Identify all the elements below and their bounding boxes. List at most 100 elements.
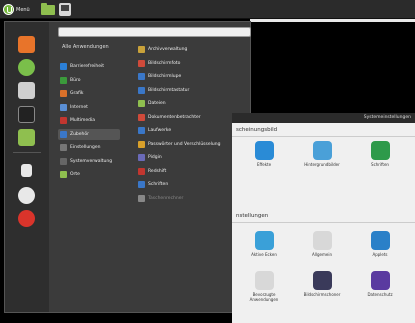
settings-item-label: Bevorzugte Anwendungen [249, 292, 279, 302]
hot-corners-icon [254, 231, 274, 250]
settings-item-label: Datenschutz [367, 292, 393, 297]
applets-icon [370, 231, 390, 250]
system-settings-icon[interactable] [18, 82, 35, 99]
settings-item[interactable]: Bevorzugte Anwendungen [244, 271, 284, 302]
document-viewer-icon [138, 113, 145, 121]
category-item[interactable]: Grafik [58, 88, 120, 99]
settings-icon [60, 144, 67, 151]
category-item[interactable]: Barrierefreiheit [58, 61, 120, 72]
category-item[interactable]: Multimedia [58, 115, 120, 126]
settings-item[interactable]: Aktive Ecken [244, 231, 284, 257]
backgrounds-icon [312, 141, 332, 160]
magnifier-icon [138, 73, 145, 80]
archive-icon [138, 46, 145, 53]
appearance-heading: scheinungsbild [236, 127, 278, 133]
category-label: Einstellungen [70, 145, 101, 150]
app-label: Taschenrechner [148, 195, 184, 201]
preferences-heading: nstellungen [236, 213, 269, 219]
category-label: Internet [70, 104, 88, 110]
fonts-icon [370, 141, 390, 160]
places-icon [60, 171, 67, 178]
files-launcher-icon[interactable] [41, 3, 55, 15]
app-label: Passwörter und Verschlüsselung [148, 141, 221, 147]
menu-button-label: Menü [16, 6, 30, 13]
screenshot-icon [138, 59, 145, 67]
privacy-icon [370, 271, 390, 290]
category-item[interactable]: Zubehör [58, 128, 120, 140]
app-label: Redshift [148, 168, 167, 174]
calculator-icon [138, 194, 145, 202]
settings-item-label: Aktive Ecken [251, 252, 277, 257]
app-label: Dateien [148, 101, 166, 106]
settings-item-label: Allgemein [312, 252, 332, 257]
app-item[interactable]: Dateien [138, 98, 253, 109]
internet-icon [60, 103, 67, 111]
settings-item[interactable]: Applets [360, 231, 400, 257]
all-applications-heading[interactable]: Alle Anwendungen [62, 44, 109, 50]
firefox-icon[interactable] [18, 36, 35, 53]
category-item[interactable]: Systemverwaltung [58, 156, 120, 167]
category-item[interactable]: Einstellungen [58, 142, 120, 153]
category-label: Orte [70, 172, 80, 177]
category-label: Systemverwaltung [70, 158, 113, 164]
app-label: Pidgin [148, 155, 162, 160]
window-edge [250, 19, 415, 22]
settings-item-label: Bildschirmschoner [303, 292, 341, 297]
mint-logo-icon [3, 4, 14, 15]
onscreen-keyboard-icon [138, 86, 145, 94]
app-label: Bildschirmtastatur [148, 87, 190, 93]
settings-item[interactable]: Schriften [360, 141, 400, 167]
application-menu: Alle Anwendungen Barrierefreiheit Büro Gra… [4, 21, 251, 313]
settings-item[interactable]: Allgemein [302, 231, 342, 257]
logout-icon[interactable] [18, 187, 35, 204]
app-item[interactable]: Bildschirmfoto [138, 58, 253, 69]
settings-item-label: Applets [372, 252, 388, 257]
multimedia-icon [60, 117, 67, 124]
accessories-icon [60, 130, 67, 138]
power-icon[interactable] [18, 210, 35, 227]
favorites-bar [5, 22, 49, 312]
category-item[interactable]: Internet [58, 102, 120, 113]
category-label: Büro [70, 77, 81, 83]
office-icon [60, 76, 67, 84]
lock-icon[interactable] [21, 164, 32, 177]
settings-item[interactable]: Bildschirmschoner [302, 271, 342, 297]
settings-item[interactable]: Datenschutz [360, 271, 400, 297]
category-item[interactable]: Orte [58, 169, 120, 180]
divider [232, 136, 415, 137]
settings-item[interactable]: Effekte [244, 141, 284, 167]
favorites-divider [13, 152, 41, 153]
terminal-icon[interactable] [18, 106, 35, 123]
settings-item-label: Schriften [371, 162, 389, 167]
search-input[interactable] [58, 27, 251, 37]
software-manager-icon[interactable] [18, 59, 35, 76]
app-item[interactable]: Archivverwaltung [138, 44, 253, 55]
accessibility-icon [60, 63, 67, 70]
app-item[interactable]: Bildschirmtastatur [138, 85, 253, 96]
app-label: Schriften [148, 182, 169, 187]
passwords-icon [138, 140, 145, 148]
divider [232, 222, 415, 223]
window-title: Systemeinstellungen [232, 113, 415, 123]
app-label: Archivverwaltung [148, 47, 188, 52]
settings-item-label: Hintergrundbilder [304, 162, 340, 167]
terminal-launcher-icon[interactable] [59, 3, 71, 16]
app-label: Bildschirmlupe [148, 74, 182, 79]
files-icon[interactable] [18, 129, 35, 146]
graphics-icon [60, 90, 67, 97]
pidgin-icon [138, 154, 145, 161]
app-label: Laufwerke [148, 128, 172, 133]
disks-icon [138, 127, 145, 134]
fonts-icon [138, 181, 145, 188]
menu-button[interactable]: Menü [3, 3, 37, 16]
screensaver-icon [312, 271, 332, 290]
system-settings-window: Systemeinstellungen scheinungsbild Effek… [232, 113, 415, 323]
app-label: Dokumentenbetrachter [148, 114, 201, 120]
general-icon [312, 231, 332, 250]
app-item[interactable]: Bildschirmlupe [138, 71, 253, 82]
administration-icon [60, 157, 67, 165]
settings-item[interactable]: Hintergrundbilder [302, 141, 342, 167]
preferred-apps-icon [254, 271, 274, 290]
files-icon [138, 100, 145, 107]
category-item[interactable]: Büro [58, 75, 120, 86]
